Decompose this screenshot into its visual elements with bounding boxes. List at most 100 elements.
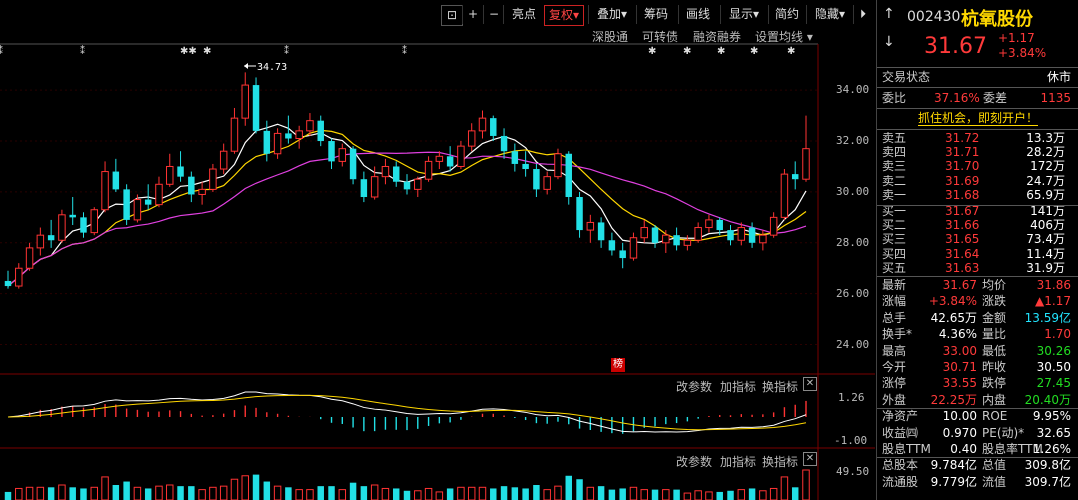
volume-bar bbox=[651, 489, 659, 500]
volume-bar bbox=[338, 489, 347, 500]
weibi-label: 委比 bbox=[882, 91, 907, 105]
price-tick-label: 30.00 bbox=[836, 184, 870, 198]
volume-bar bbox=[748, 488, 756, 500]
candle-body bbox=[673, 235, 680, 246]
kline-chart-area[interactable]: ⊡ + − 亮点 复权▾ 叠加▾ 筹码 画线 显示▾ 简约 隐藏▾ ⏵ 深股通 … bbox=[0, 0, 875, 500]
event-marker-icon[interactable]: ✱ bbox=[750, 46, 758, 57]
event-marker-icon[interactable]: ⁑ bbox=[284, 46, 289, 57]
stat-value: 309.7亿 bbox=[1024, 474, 1071, 489]
stat-value: 1.70 bbox=[1044, 327, 1071, 342]
candle-body bbox=[543, 176, 551, 190]
volume-bar bbox=[565, 475, 572, 500]
volume-bar bbox=[414, 490, 422, 500]
candle-body bbox=[716, 219, 723, 231]
stat-value: 0.40 bbox=[950, 442, 977, 456]
price-tick-label: 26.00 bbox=[836, 286, 870, 300]
switch-indicator-button[interactable]: 换指标 bbox=[762, 453, 798, 470]
stat-value: 33.55 bbox=[942, 376, 977, 391]
stat-value: 31.86 bbox=[1036, 278, 1071, 292]
event-marker-icon[interactable]: ✱ bbox=[648, 46, 656, 57]
stat-row: 股息TTM 0.40 股息率TTM 1.26% bbox=[877, 442, 1078, 457]
event-marker-icon[interactable]: ✱ bbox=[683, 46, 691, 57]
order-volume: 73.4万 bbox=[1026, 232, 1065, 247]
stat-label: 今开 bbox=[882, 360, 907, 374]
volume-bar bbox=[90, 486, 99, 500]
candle-body bbox=[80, 217, 87, 233]
candle-body bbox=[58, 214, 66, 241]
candle-body bbox=[608, 240, 616, 251]
stat-label: 涨幅 bbox=[882, 294, 907, 309]
close-indicator-icon[interactable]: ✕ bbox=[803, 377, 817, 391]
volume-bar bbox=[500, 486, 508, 500]
order-price: 31.63 bbox=[945, 260, 980, 275]
event-marker-icon[interactable]: ⁑ bbox=[0, 46, 3, 57]
volume-bar bbox=[694, 490, 702, 500]
volume-bar bbox=[263, 481, 271, 500]
add-indicator-button[interactable]: 加指标 bbox=[720, 453, 756, 470]
volume-bar bbox=[209, 486, 217, 500]
switch-indicator-button[interactable]: 换指标 bbox=[762, 378, 798, 395]
order-book-row[interactable]: 买二 31.66 406万 bbox=[877, 218, 1078, 233]
order-volume: 172万 bbox=[1030, 159, 1065, 174]
event-marker-icon[interactable]: ⁑ bbox=[402, 46, 407, 57]
order-price: 31.72 bbox=[945, 131, 980, 145]
candle-body bbox=[554, 153, 562, 178]
volume-bar bbox=[543, 489, 551, 500]
order-volume: 24.7万 bbox=[1026, 173, 1065, 188]
volume-bar bbox=[306, 489, 314, 500]
volume-bar bbox=[457, 486, 465, 500]
volume-bar bbox=[533, 485, 540, 500]
stat-value: 4.36% bbox=[938, 327, 977, 342]
stat-label: 最高 bbox=[882, 343, 907, 358]
add-indicator-button[interactable]: 加指标 bbox=[720, 378, 756, 395]
volume-bar bbox=[370, 484, 379, 500]
candle-body bbox=[177, 166, 184, 177]
order-book-row[interactable]: 卖一 31.68 65.9万 bbox=[877, 188, 1078, 203]
event-marker-icon[interactable]: ✱ bbox=[787, 46, 795, 57]
volume-bar bbox=[295, 489, 303, 500]
order-book-row[interactable]: 卖四 31.71 28.2万 bbox=[877, 145, 1078, 160]
stat-value: 13.59亿 bbox=[1024, 310, 1071, 325]
volume-bar bbox=[662, 489, 670, 500]
ranking-badge[interactable]: 榜 bbox=[611, 358, 625, 372]
weicha-value: 1135 bbox=[1040, 91, 1071, 105]
stat-label: 量比 bbox=[982, 327, 1007, 342]
stat-label: 收益㈣ bbox=[882, 425, 919, 440]
volume-bar bbox=[241, 475, 249, 500]
event-marker-icon[interactable]: ✱ bbox=[717, 46, 725, 57]
stat-value: 10.00 bbox=[942, 409, 977, 424]
candle-body bbox=[36, 234, 45, 249]
edit-params-button[interactable]: 改参数 bbox=[676, 378, 712, 395]
close-indicator-icon[interactable]: ✕ bbox=[803, 452, 817, 466]
order-book-row[interactable]: 卖二 31.69 24.7万 bbox=[877, 174, 1078, 189]
stat-label: 金额 bbox=[982, 310, 1007, 325]
stat-label: 总手 bbox=[882, 310, 907, 325]
event-marker-icon[interactable]: ✱ bbox=[203, 46, 211, 57]
order-book-row[interactable]: 买一 31.67 141万 bbox=[877, 204, 1078, 219]
volume-bar bbox=[640, 489, 648, 500]
order-price: 31.64 bbox=[945, 246, 980, 261]
price-tick-label: 32.00 bbox=[836, 134, 870, 148]
candle-body bbox=[737, 227, 746, 241]
event-marker-icon[interactable]: ✱✱ bbox=[180, 46, 197, 57]
edit-params-button[interactable]: 改参数 bbox=[676, 453, 712, 470]
order-book-row[interactable]: 买四 31.64 11.4万 bbox=[877, 247, 1078, 262]
volume-bar bbox=[133, 486, 142, 500]
candle-body bbox=[683, 239, 692, 246]
order-book-row[interactable]: 买三 31.65 73.4万 bbox=[877, 232, 1078, 247]
volume-bar bbox=[446, 488, 454, 500]
candle-body bbox=[640, 227, 648, 239]
order-book-row[interactable]: 卖五 31.72 13.3万 bbox=[877, 131, 1078, 146]
order-book-row[interactable]: 卖三 31.70 172万 bbox=[877, 159, 1078, 174]
chart-canvas[interactable]: 34.73 bbox=[0, 0, 875, 500]
up-arrow-icon[interactable]: ↑ bbox=[883, 6, 895, 22]
candle-body bbox=[317, 120, 324, 142]
volume-bar bbox=[511, 487, 519, 500]
candle-body bbox=[133, 199, 142, 221]
event-marker-icon[interactable]: ⁑ bbox=[80, 46, 85, 57]
order-level-label: 卖三 bbox=[882, 159, 907, 174]
order-volume: 406万 bbox=[1030, 218, 1065, 233]
order-book-row[interactable]: 买五 31.63 31.9万 bbox=[877, 261, 1078, 276]
promo-link[interactable]: 抓住机会，即刻开户！ bbox=[877, 111, 1078, 126]
down-arrow-icon[interactable]: ↓ bbox=[883, 34, 895, 50]
